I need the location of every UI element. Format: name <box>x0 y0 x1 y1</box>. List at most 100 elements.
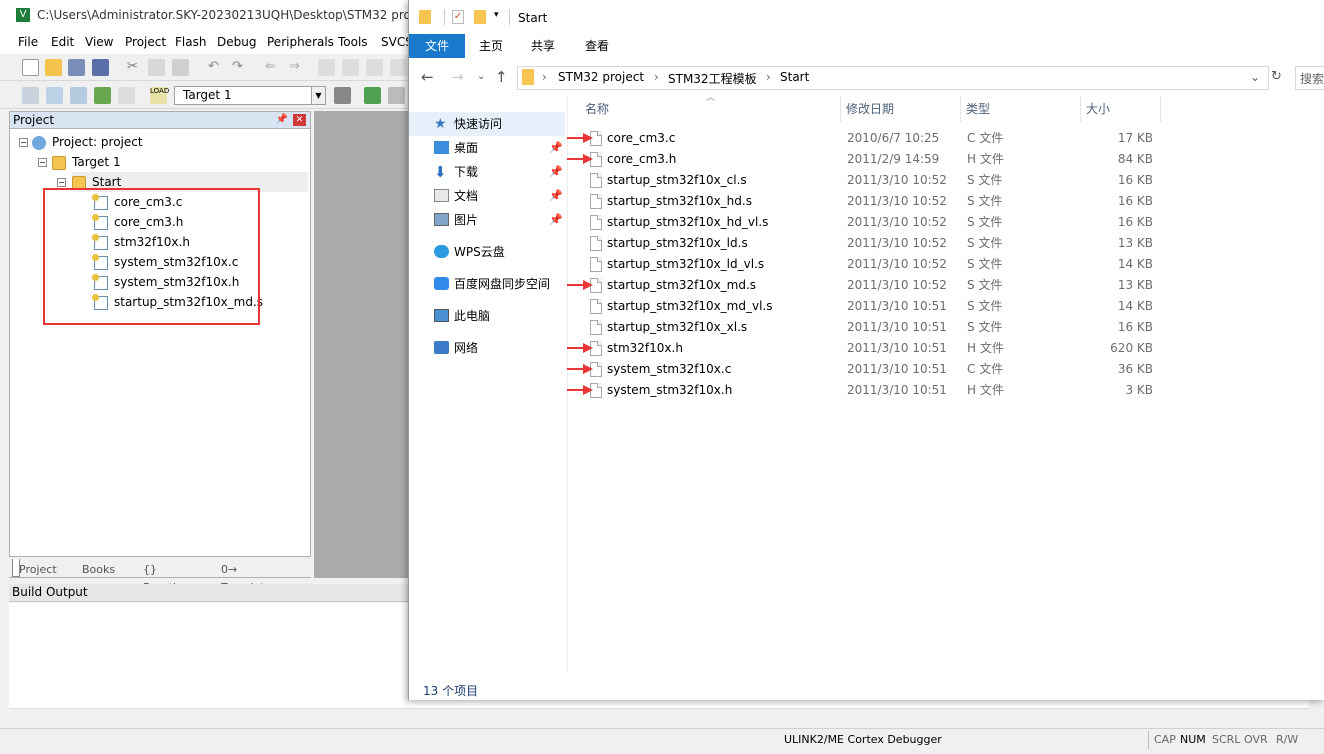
new-folder-icon[interactable] <box>474 10 486 24</box>
menu-project[interactable]: Project <box>125 35 166 49</box>
file-row[interactable]: core_cm3.c 2010/6/7 10:25 C 文件 17 KB <box>577 128 1153 149</box>
tab-templates[interactable]: 0→ Templates <box>215 559 277 594</box>
close-icon[interactable]: ✕ <box>293 114 306 126</box>
tab-books[interactable]: Books <box>76 559 115 577</box>
sidebar-item-label: 图片 <box>454 213 479 227</box>
sidebar-item-desktop[interactable]: 桌面 📌 <box>409 136 565 160</box>
search-input[interactable]: 搜索 <box>1295 66 1324 90</box>
tree-project[interactable]: Project: project <box>32 132 143 152</box>
column-header-date[interactable]: 修改日期 <box>846 96 894 122</box>
menu-debug[interactable]: Debug <box>217 35 256 49</box>
column-header-type[interactable]: 类型 <box>966 96 990 122</box>
column-header-name[interactable]: 名称 <box>585 96 609 122</box>
back-arrow-icon[interactable]: ← <box>421 68 434 86</box>
file-row[interactable]: startup_stm32f10x_ld_vl.s 2011/3/10 10:52… <box>577 254 1153 275</box>
batch-build-icon[interactable] <box>94 87 111 104</box>
refresh-icon[interactable]: ↻ <box>1271 69 1282 84</box>
undo-icon[interactable]: ↶ <box>205 59 222 76</box>
file-size: 13 KB <box>1117 236 1153 250</box>
ribbon-tab-file[interactable]: 文件 <box>409 34 465 58</box>
translate-icon[interactable] <box>22 87 39 104</box>
pin-icon[interactable]: 📌 <box>276 114 288 125</box>
file-row[interactable]: startup_stm32f10x_ld.s 2011/3/10 10:52 S 文… <box>577 233 1153 254</box>
item-count: 13 个项目 <box>423 684 479 698</box>
tab-functions[interactable]: {} Functions <box>137 559 196 594</box>
collapse-project-icon[interactable]: − <box>19 138 28 147</box>
sidebar-item-pictures[interactable]: 图片 📌 <box>409 208 565 232</box>
rebuild-icon[interactable] <box>70 87 87 104</box>
menu-file[interactable]: File <box>18 35 38 49</box>
pin-icon[interactable]: 📌 <box>549 160 563 184</box>
paste-icon[interactable] <box>172 59 189 76</box>
file-row[interactable]: startup_stm32f10x_hd_vl.s 2011/3/10 10:52… <box>577 212 1153 233</box>
select-packs-icon[interactable] <box>388 87 405 104</box>
sidebar-item-quick-access[interactable]: ★ 快速访问 <box>409 112 565 136</box>
menu-edit[interactable]: Edit <box>51 35 74 49</box>
sidebar-item-documents[interactable]: 文档 📌 <box>409 184 565 208</box>
save-all-icon[interactable] <box>92 59 109 76</box>
file-row[interactable]: startup_stm32f10x_hd.s 2011/3/10 10:52 S 文… <box>577 191 1153 212</box>
new-file-icon[interactable] <box>22 59 39 76</box>
properties-icon[interactable]: ✓ <box>452 10 464 24</box>
tab-project[interactable]: Project <box>12 559 57 577</box>
breadcrumb-item[interactable]: Start <box>780 70 809 84</box>
save-icon[interactable] <box>68 59 85 76</box>
menu-view[interactable]: View <box>85 35 113 49</box>
pin-icon[interactable]: 📌 <box>549 208 563 232</box>
status-scrl: SCRL <box>1212 733 1241 746</box>
copy-icon[interactable] <box>148 59 165 76</box>
build-icon[interactable] <box>46 87 63 104</box>
pin-icon[interactable]: 📌 <box>549 184 563 208</box>
collapse-group-icon[interactable]: − <box>57 178 66 187</box>
file-row[interactable]: core_cm3.h 2011/2/9 14:59 H 文件 84 KB <box>577 149 1153 170</box>
options-icon[interactable] <box>334 87 351 104</box>
chevron-down-icon[interactable]: ▾ <box>494 10 499 20</box>
forward-arrow-icon[interactable]: → <box>451 68 464 86</box>
file-row[interactable]: startup_stm32f10x_md.s 2011/3/10 10:52 S 文… <box>577 275 1153 296</box>
cut-icon[interactable]: ✂ <box>124 59 141 76</box>
file-row[interactable]: startup_stm32f10x_xl.s 2011/3/10 10:51 S 文… <box>577 317 1153 338</box>
recent-chevron-icon[interactable]: ⌄ <box>477 71 485 82</box>
file-row[interactable]: stm32f10x.h 2011/3/10 10:51 H 文件 620 KB <box>577 338 1153 359</box>
sidebar-item-this-pc[interactable]: 此电脑 <box>409 304 565 328</box>
bookmark-clear-icon[interactable] <box>390 59 407 76</box>
red-arrow-icon <box>567 385 593 395</box>
column-header-size[interactable]: 大小 <box>1086 96 1110 122</box>
nav-forward-icon[interactable]: ⇒ <box>286 59 303 76</box>
up-arrow-icon[interactable]: ↑ <box>495 68 508 86</box>
nav-back-icon[interactable]: ⇐ <box>262 59 279 76</box>
ribbon-tab-view[interactable]: 查看 <box>575 34 619 58</box>
tree-target[interactable]: Target 1 <box>52 152 121 172</box>
sidebar-item-downloads[interactable]: ⬇ 下载 📌 <box>409 160 565 184</box>
manage-components-icon[interactable] <box>364 87 381 104</box>
horizontal-scrollbar[interactable] <box>9 708 1309 725</box>
bookmark-prev-icon[interactable] <box>342 59 359 76</box>
load-icon[interactable]: LOAD <box>150 87 169 104</box>
address-bar[interactable]: › STM32 project › STM32工程模板 › Start ⌄ <box>517 66 1269 90</box>
chevron-down-icon[interactable]: ▼ <box>311 87 325 104</box>
file-row[interactable]: system_stm32f10x.c 2011/3/10 10:51 C 文件 36 … <box>577 359 1153 380</box>
bookmark-icon[interactable] <box>318 59 335 76</box>
bookmark-next-icon[interactable] <box>366 59 383 76</box>
pin-icon[interactable]: 📌 <box>549 136 563 160</box>
file-row[interactable]: startup_stm32f10x_cl.s 2011/3/10 10:52 S 文… <box>577 170 1153 191</box>
stop-build-icon[interactable] <box>118 87 135 104</box>
menu-peripherals[interactable]: Peripherals <box>267 35 334 49</box>
ribbon-tab-home[interactable]: 主页 <box>469 34 513 58</box>
ribbon-tab-share[interactable]: 共享 <box>521 34 565 58</box>
collapse-target-icon[interactable]: − <box>38 158 47 167</box>
address-dropdown-icon[interactable]: ⌄ <box>1250 70 1260 84</box>
target-select[interactable]: Target 1 ▼ <box>174 86 326 105</box>
file-row[interactable]: startup_stm32f10x_md_vl.s 2011/3/10 10:51… <box>577 296 1153 317</box>
sidebar-item-baidu[interactable]: 百度网盘同步空间 <box>409 272 565 296</box>
menu-tools[interactable]: Tools <box>338 35 368 49</box>
sidebar-item-network[interactable]: 网络 <box>409 336 565 360</box>
file-row[interactable]: system_stm32f10x.h 2011/3/10 10:51 H 文件 3 K… <box>577 380 1153 401</box>
file-type: C 文件 <box>967 131 1004 145</box>
breadcrumb-item[interactable]: STM32工程模板 <box>668 70 757 87</box>
redo-icon[interactable]: ↷ <box>229 59 246 76</box>
menu-flash[interactable]: Flash <box>175 35 206 49</box>
sidebar-item-wps[interactable]: WPS云盘 <box>409 240 565 264</box>
open-file-icon[interactable] <box>45 59 62 76</box>
breadcrumb-item[interactable]: STM32 project <box>558 70 644 84</box>
